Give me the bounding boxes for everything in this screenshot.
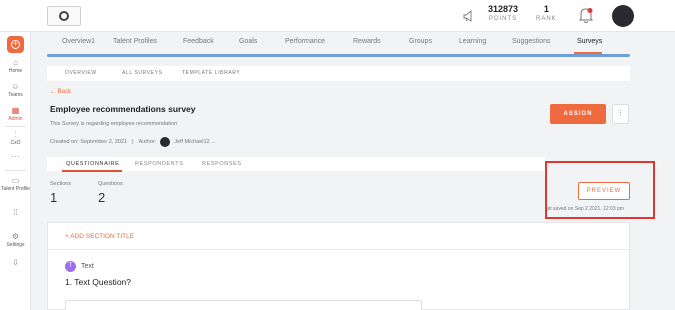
tab-feedback[interactable]: Feedback xyxy=(183,38,214,45)
tab-talent-profiles[interactable]: Talent Profiles xyxy=(113,38,157,45)
teams-icon: ☺ xyxy=(11,82,20,91)
survey-subnav: OVERVIEW ALL SURVEYS TEMPLATE LIBRARY xyxy=(47,66,630,81)
survey-title: Employee recommendations survey xyxy=(50,104,196,114)
author-name[interactable]: Jeff Michael12 ... xyxy=(174,139,215,145)
points-value: 312873 xyxy=(488,4,519,14)
bell-icon[interactable] xyxy=(578,7,594,24)
tab-questionnaire[interactable]: QUESTIONNAIRE xyxy=(66,161,119,167)
sidebar-divider xyxy=(5,126,26,127)
left-sidebar: + ⌂ Home ☺ Teams ▦ Admin ⫶ CxO ··· ▭ Tal… xyxy=(0,32,31,310)
sidebar-item-label: Settings xyxy=(6,242,25,248)
author-label: Author: xyxy=(138,139,157,145)
sidebar-item-label: Admin xyxy=(8,116,23,122)
add-button[interactable]: + xyxy=(7,36,24,53)
points-label: POINTS xyxy=(488,16,518,22)
sidebar-item-label: Talent Profile xyxy=(1,186,30,192)
subnav-all-surveys[interactable]: ALL SURVEYS xyxy=(122,70,163,76)
questions-stat: Questions 2 xyxy=(98,181,123,205)
tab-surveys[interactable]: Surveys xyxy=(577,38,602,45)
survey-meta: Created on: September 2, 2021 | Author: … xyxy=(50,137,216,147)
sidebar-item-label: Teams xyxy=(8,92,23,98)
profile-card-icon: ▭ xyxy=(11,176,20,185)
more-options-button[interactable]: ⋮ xyxy=(612,104,629,124)
back-link[interactable]: ← Back xyxy=(50,89,71,95)
admin-icon: ▦ xyxy=(11,106,20,115)
subnav-overview[interactable]: OVERVIEW xyxy=(65,70,97,76)
survey-tabs: QUESTIONNAIRE RESPONDENTS RESPONSES xyxy=(47,157,545,172)
survey-description: This Survey is regarding employee recomm… xyxy=(50,121,178,127)
sidebar-item-settings[interactable]: ⚙ Settings xyxy=(0,232,31,248)
gear-icon: ⚙ xyxy=(11,232,20,241)
sidebar-item-more[interactable]: ··· xyxy=(0,152,31,162)
question-type-badge: T xyxy=(65,261,76,272)
rank-label: RANK xyxy=(536,16,557,22)
questionnaire-card: + ADD SECTION TITLE T Text 1. Text Quest… xyxy=(47,222,630,310)
plus-icon: + xyxy=(11,40,20,49)
question-text[interactable]: 1. Text Question? xyxy=(65,277,131,287)
sidebar-item-upload[interactable]: ⇩ xyxy=(0,258,31,268)
sections-stat: Sections 1 xyxy=(50,181,71,205)
question-type: T Text xyxy=(65,261,94,272)
nav-underline xyxy=(47,54,630,57)
meta-separator: | xyxy=(132,139,134,145)
sidebar-item-apps[interactable]: ⁞⁞ xyxy=(0,208,31,218)
tab-overview1[interactable]: Overview1 xyxy=(62,38,95,45)
sidebar-divider xyxy=(5,170,26,171)
tab-respondents[interactable]: RESPONDENTS xyxy=(135,161,183,167)
more-icon: ··· xyxy=(11,152,20,161)
tab-groups[interactable]: Groups xyxy=(409,38,432,45)
questions-value: 2 xyxy=(98,190,106,205)
answer-input[interactable] xyxy=(65,300,422,310)
sidebar-item-teams[interactable]: ☺ Teams xyxy=(0,82,31,98)
question-type-label: Text xyxy=(81,263,94,270)
tab-performance[interactable]: Performance xyxy=(285,38,325,45)
sidebar-item-label: CxO xyxy=(10,140,21,146)
add-section-title-button[interactable]: + ADD SECTION TITLE xyxy=(65,233,134,240)
sections-value: 1 xyxy=(50,190,58,205)
sidebar-item-home[interactable]: ⌂ Home xyxy=(0,58,31,74)
top-bar: 312873 POINTS 1 RANK xyxy=(0,0,675,32)
apps-grid-icon: ⁞⁞ xyxy=(13,208,18,217)
active-tab-indicator xyxy=(574,52,602,54)
tab-suggestions[interactable]: Suggestions xyxy=(512,38,551,45)
logo-mark xyxy=(59,11,69,21)
main-nav-tabs: Overview1 Talent Profiles Feedback Goals… xyxy=(47,34,630,57)
tab-responses[interactable]: RESPONSES xyxy=(202,161,242,167)
chart-icon: ⫶ xyxy=(14,130,17,139)
assign-button[interactable]: ASSIGN xyxy=(550,104,606,124)
inner-active-indicator xyxy=(62,170,122,172)
company-logo[interactable] xyxy=(47,6,81,26)
author-avatar xyxy=(160,137,171,147)
user-avatar[interactable] xyxy=(612,5,634,27)
sidebar-item-cxo[interactable]: ⫶ CxO xyxy=(0,130,31,146)
tab-learning[interactable]: Learning xyxy=(459,38,486,45)
tab-rewards[interactable]: Rewards xyxy=(353,38,381,45)
sidebar-item-admin[interactable]: ▦ Admin xyxy=(0,106,31,122)
rank-value: 1 xyxy=(543,4,549,14)
sidebar-item-talent-profile[interactable]: ▭ Talent Profile xyxy=(0,176,31,192)
upload-icon: ⇩ xyxy=(12,258,19,267)
sections-label: Sections xyxy=(50,181,72,187)
highlight-box xyxy=(545,161,655,219)
tab-goals[interactable]: Goals xyxy=(239,38,257,45)
subnav-template-library[interactable]: TEMPLATE LIBRARY xyxy=(182,70,240,76)
sidebar-item-label: Home xyxy=(8,68,23,74)
card-divider xyxy=(48,249,629,250)
questions-label: Questions xyxy=(98,181,123,187)
points-stat: 312873 POINTS xyxy=(488,4,518,24)
created-on: Created on: September 2, 2021 xyxy=(50,139,128,145)
home-icon: ⌂ xyxy=(13,58,18,67)
megaphone-icon[interactable] xyxy=(463,10,475,22)
rank-stat: 1 RANK xyxy=(536,4,557,24)
